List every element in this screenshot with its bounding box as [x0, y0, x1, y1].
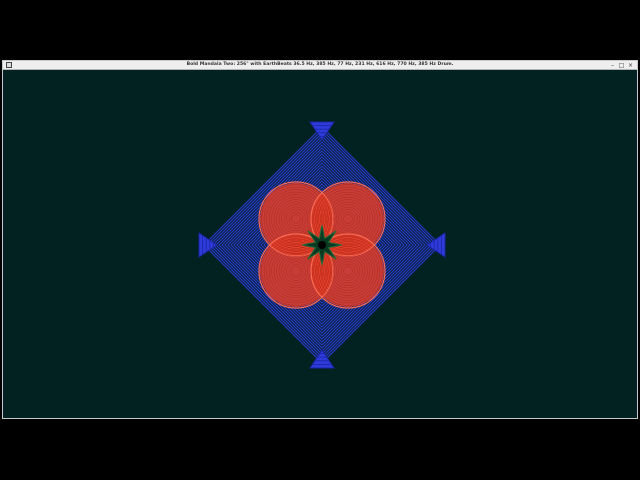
center-star	[301, 224, 343, 266]
mandala-drawing	[198, 121, 446, 369]
app-icon[interactable]	[6, 62, 12, 68]
window-title: Bold Mandala Two: 256° with EarthBeats 3…	[186, 62, 454, 67]
close-icon[interactable]: ×	[627, 62, 634, 69]
maximize-icon[interactable]: □	[618, 62, 625, 69]
application-window: Bold Mandala Two: 256° with EarthBeats 3…	[2, 60, 638, 419]
mandala-canvas[interactable]	[3, 70, 637, 418]
title-bar[interactable]: Bold Mandala Two: 256° with EarthBeats 3…	[3, 61, 637, 70]
minimize-icon[interactable]: –	[609, 62, 616, 69]
